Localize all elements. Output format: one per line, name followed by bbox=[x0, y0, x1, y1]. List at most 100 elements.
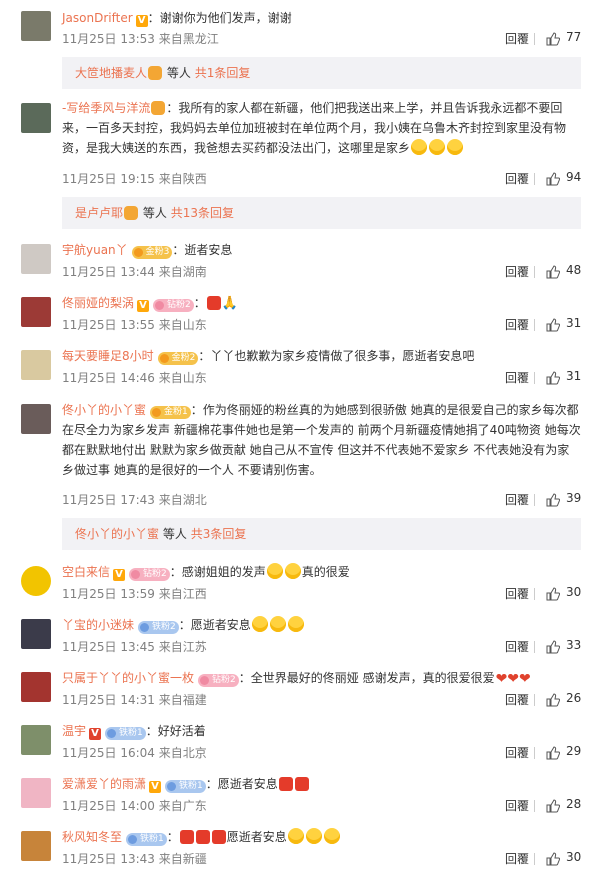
username[interactable]: 每天要睡足8小时 bbox=[62, 349, 154, 363]
fan-badge: 钻粉2 bbox=[129, 568, 170, 581]
fan-badge: 钻粉2 bbox=[153, 299, 194, 312]
sub-reply-count[interactable]: 共1条回复 bbox=[195, 66, 251, 80]
avatar[interactable] bbox=[21, 672, 51, 702]
avatar[interactable] bbox=[21, 404, 51, 434]
like-icon[interactable] bbox=[546, 32, 560, 46]
red-packet-emoji-icon bbox=[211, 830, 226, 844]
reply-button[interactable]: 回覆 bbox=[505, 850, 529, 867]
username[interactable]: 佟小丫的小丫蜜 bbox=[62, 403, 146, 417]
like-icon[interactable] bbox=[546, 746, 560, 760]
fan-badge: 铁粉2 bbox=[138, 621, 179, 634]
divider bbox=[534, 747, 535, 759]
comment-meta: 11月25日 13:43 来自新疆 bbox=[62, 852, 207, 866]
avatar[interactable] bbox=[21, 350, 51, 380]
avatar[interactable] bbox=[21, 297, 51, 327]
username[interactable]: 宇航yuan丫 bbox=[62, 243, 128, 257]
avatar[interactable] bbox=[21, 778, 51, 808]
verified-badge-icon: V bbox=[89, 728, 102, 740]
reply-button[interactable]: 回覆 bbox=[505, 263, 529, 280]
like-icon[interactable] bbox=[546, 587, 560, 601]
comment: 每天要睡足8小时 金粉2 ：丫丫也歉歉为家乡疫情做了很多事，愿逝者安息吧 11月25… bbox=[0, 346, 601, 388]
avatar[interactable] bbox=[21, 566, 51, 596]
crying-emoji-icon bbox=[287, 828, 304, 844]
comment-text: ：好好活着 bbox=[145, 724, 206, 738]
username[interactable]: 丫宝的小迷妹 bbox=[62, 618, 134, 632]
reply-button[interactable]: 回覆 bbox=[505, 797, 529, 814]
comment: 温宇 V 铁粉1 ：好好活着 11月25日 16:04 来自北京 回覆 29 bbox=[0, 721, 601, 763]
avatar[interactable] bbox=[21, 103, 51, 133]
like-count: 26 bbox=[566, 691, 582, 705]
comment-text: ：全世界最好的佟丽娅 感谢发声，真的很爱很爱 bbox=[238, 671, 495, 685]
like-icon[interactable] bbox=[546, 799, 560, 813]
red-packet-emoji-icon bbox=[278, 777, 293, 791]
reply-button[interactable]: 回覆 bbox=[505, 744, 529, 761]
sub-replies-bar[interactable]: 佟小丫的小丫蜜 等人 共3条回复 bbox=[62, 518, 581, 550]
comment-meta: 11月25日 14:00 来自广东 bbox=[62, 799, 207, 813]
reply-button[interactable]: 回覆 bbox=[505, 30, 529, 47]
comment-meta: 11月25日 13:53 来自黑龙江 bbox=[62, 32, 219, 46]
like-count: 77 bbox=[566, 30, 582, 44]
username[interactable]: 温宇 bbox=[62, 724, 86, 738]
comment-text: ： bbox=[166, 830, 179, 844]
verified-badge-icon: V bbox=[135, 15, 148, 27]
comment-meta: 11月25日 14:31 来自福建 bbox=[62, 693, 207, 707]
avatar[interactable] bbox=[21, 619, 51, 649]
username[interactable]: 爱潇爱丫的雨潇 bbox=[62, 777, 146, 791]
username[interactable]: 佟丽娅的梨涡 bbox=[62, 296, 134, 310]
fan-badge: 铁粉1 bbox=[105, 727, 146, 740]
pray-emoji-icon: 🙏 bbox=[221, 296, 238, 311]
like-icon[interactable] bbox=[546, 640, 560, 654]
sub-reply-count[interactable]: 共13条回复 bbox=[171, 206, 234, 220]
fan-icon bbox=[124, 206, 139, 220]
divider bbox=[534, 173, 535, 185]
sub-reply-suffix: 等人 bbox=[166, 66, 191, 80]
comment-meta: 11月25日 16:04 来自北京 bbox=[62, 746, 207, 760]
fan-icon bbox=[151, 101, 166, 115]
like-icon[interactable] bbox=[546, 493, 560, 507]
fan-icon bbox=[148, 66, 163, 80]
verified-badge-icon: V bbox=[149, 781, 162, 793]
heart-emoji-icon: ❤❤❤ bbox=[495, 671, 531, 687]
like-icon[interactable] bbox=[546, 693, 560, 707]
crying-emoji-icon bbox=[287, 616, 304, 632]
like-icon[interactable] bbox=[546, 318, 560, 332]
sub-reply-user[interactable]: 大笸地播麦人 bbox=[75, 66, 147, 80]
username[interactable]: 只属于丫丫的小丫蜜一枚 bbox=[62, 671, 194, 685]
reply-button[interactable]: 回覆 bbox=[505, 316, 529, 333]
like-icon[interactable] bbox=[546, 265, 560, 279]
like-icon[interactable] bbox=[546, 172, 560, 186]
sub-reply-user[interactable]: 佟小丫的小丫蜜 bbox=[75, 527, 159, 541]
verified-badge-icon: V bbox=[137, 300, 150, 312]
like-icon[interactable] bbox=[546, 852, 560, 866]
divider bbox=[534, 800, 535, 812]
sub-reply-count[interactable]: 共3条回复 bbox=[191, 527, 247, 541]
divider bbox=[534, 641, 535, 653]
reply-button[interactable]: 回覆 bbox=[505, 170, 529, 187]
username[interactable]: -写给季风与洋流 bbox=[62, 101, 150, 115]
username[interactable]: 秋风知冬至 bbox=[62, 830, 122, 844]
fan-badge: 钻粉2 bbox=[198, 674, 239, 687]
reply-button[interactable]: 回覆 bbox=[505, 491, 529, 508]
comment-text-continued: 真的很爱 bbox=[301, 565, 350, 579]
reply-button[interactable]: 回覆 bbox=[505, 585, 529, 602]
reply-button[interactable]: 回覆 bbox=[505, 369, 529, 386]
comment-meta: 11月25日 14:46 来自山东 bbox=[62, 371, 207, 385]
sub-replies-bar[interactable]: 是卢卢耶 等人 共13条回复 bbox=[62, 197, 581, 229]
reply-button[interactable]: 回覆 bbox=[505, 638, 529, 655]
username[interactable]: 空白来信 bbox=[62, 565, 110, 579]
avatar[interactable] bbox=[21, 725, 51, 755]
reply-button[interactable]: 回覆 bbox=[505, 691, 529, 708]
comment-meta: 11月25日 13:45 来自江苏 bbox=[62, 640, 207, 654]
comment: 佟小丫的小丫蜜 金粉1 ：作为佟丽娅的粉丝真的为她感到很骄傲 她真的是很爱自己的家乡… bbox=[0, 400, 601, 510]
username[interactable]: JasonDrifter bbox=[62, 11, 133, 25]
sub-reply-user[interactable]: 是卢卢耶 bbox=[75, 206, 123, 220]
avatar[interactable] bbox=[21, 831, 51, 861]
like-icon[interactable] bbox=[546, 371, 560, 385]
sub-replies-bar[interactable]: 大笸地播麦人 等人 共1条回复 bbox=[62, 57, 581, 89]
avatar[interactable] bbox=[21, 11, 51, 41]
like-count: 29 bbox=[566, 744, 582, 758]
avatar[interactable] bbox=[21, 244, 51, 274]
like-count: 28 bbox=[566, 797, 582, 811]
crying-emoji-icon bbox=[269, 616, 286, 632]
like-count: 33 bbox=[566, 638, 582, 652]
